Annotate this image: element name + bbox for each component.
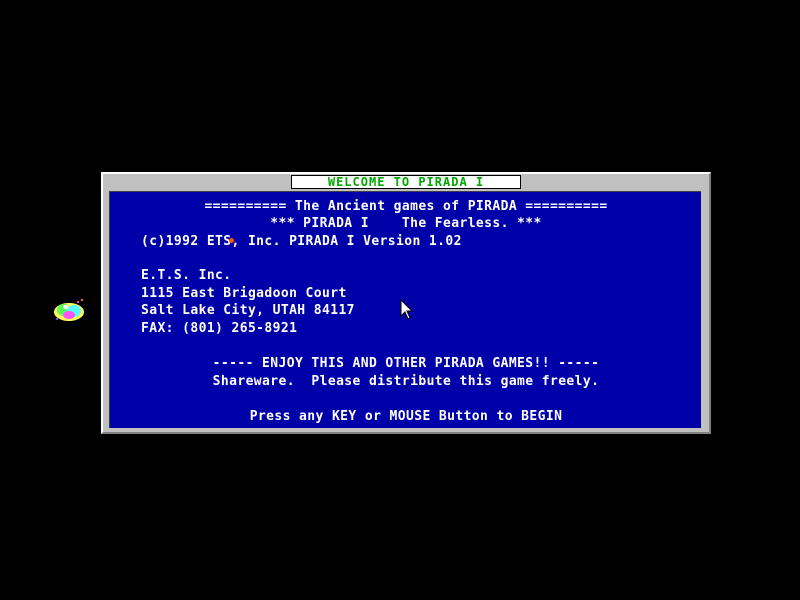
header-line: ========== The Ancient games of PIRADA =… xyxy=(204,199,608,214)
copyright-line: (c)1992 ETS, Inc. PIRADA I Version 1.02 xyxy=(141,234,462,249)
mouse-pointer-icon xyxy=(400,298,414,321)
sparkle-icon xyxy=(229,238,234,243)
shareware-line: Shareware. Please distribute this game f… xyxy=(212,374,600,389)
subtitle-line: *** PIRADA I The Fearless. *** xyxy=(270,216,542,231)
dialog-title: WELCOME TO PIRADA I xyxy=(291,175,521,189)
game-screen[interactable]: WELCOME TO PIRADA I ========== The Ancie… xyxy=(0,0,800,600)
company-name: E.T.S. Inc. xyxy=(141,268,232,283)
press-key-prompt[interactable]: Press any KEY or MOUSE Button to BEGIN xyxy=(110,410,702,424)
city-address: Salt Lake City, UTAH 84117 xyxy=(141,303,355,318)
street-address: 1115 East Brigadoon Court xyxy=(141,286,347,301)
fax-number: FAX: (801) 265-8921 xyxy=(141,321,298,336)
balloon-sprite-icon xyxy=(52,298,88,326)
enjoy-line: ----- ENJOY THIS AND OTHER PIRADA GAMES!… xyxy=(212,356,600,371)
